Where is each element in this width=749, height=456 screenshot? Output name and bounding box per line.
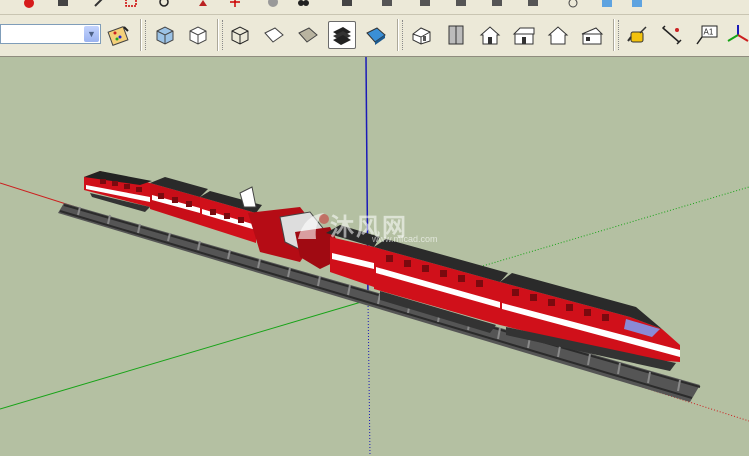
toolbar-separator bbox=[140, 19, 141, 51]
back-view-button[interactable] bbox=[544, 21, 572, 49]
move-icon[interactable] bbox=[228, 0, 242, 8]
component-icon[interactable] bbox=[630, 0, 644, 8]
watermark-url: www.mfcad.com bbox=[372, 234, 438, 244]
pencil-icon[interactable] bbox=[92, 0, 106, 8]
dimension-icon bbox=[661, 25, 682, 45]
right-view-button[interactable] bbox=[510, 21, 538, 49]
push-pull-icon[interactable] bbox=[196, 0, 210, 8]
back-edges-cube-icon bbox=[189, 26, 207, 45]
front-house-icon bbox=[479, 26, 501, 45]
tape-measure-button[interactable] bbox=[624, 21, 652, 49]
paint-bucket-button[interactable] bbox=[105, 21, 133, 49]
toolbar-separator bbox=[613, 19, 614, 51]
right-house-icon bbox=[512, 27, 535, 45]
xray-button[interactable] bbox=[151, 21, 179, 49]
text-tool-label: A1 bbox=[704, 28, 714, 37]
zoom-extents-icon[interactable] bbox=[490, 0, 504, 8]
shaded-texture-icon bbox=[333, 27, 351, 45]
axes-button[interactable] bbox=[724, 21, 749, 49]
wireframe-button[interactable] bbox=[226, 21, 254, 49]
top-house-icon bbox=[448, 25, 464, 45]
monochrome-cube-icon bbox=[366, 27, 386, 45]
back-house-icon bbox=[547, 26, 569, 45]
toolbar-grip[interactable] bbox=[145, 20, 149, 50]
paint-icon[interactable] bbox=[22, 0, 36, 8]
shaded-button[interactable] bbox=[294, 21, 322, 49]
camera-icon[interactable] bbox=[340, 0, 354, 8]
view-prev-icon[interactable] bbox=[380, 0, 394, 8]
dimension-button[interactable] bbox=[658, 21, 686, 49]
style-combo[interactable]: ▼ bbox=[0, 24, 101, 44]
left-view-button[interactable] bbox=[578, 21, 606, 49]
text-tool-button[interactable]: A1 bbox=[692, 21, 720, 49]
xray-cube-icon bbox=[156, 26, 174, 45]
view-next-icon[interactable] bbox=[418, 0, 432, 8]
monochrome-button[interactable] bbox=[362, 21, 390, 49]
toolbar-grip[interactable] bbox=[618, 20, 622, 50]
zoom-icon[interactable] bbox=[158, 0, 172, 8]
footprint-icon[interactable] bbox=[296, 0, 310, 8]
scene bbox=[0, 57, 749, 456]
axes-icon bbox=[727, 25, 749, 42]
sketchup-window: ▼ A1 沐风网 www.mfcad.com bbox=[0, 0, 749, 456]
blue-axis-dotted bbox=[367, 299, 371, 456]
toolbar-separator bbox=[397, 19, 398, 51]
zoom-window-icon[interactable] bbox=[454, 0, 468, 8]
wireframe-cube-icon bbox=[231, 26, 249, 45]
tape-measure-icon bbox=[627, 26, 647, 43]
iso-house-icon bbox=[412, 27, 431, 45]
rectangle-icon[interactable] bbox=[124, 0, 138, 8]
iso-view-button[interactable] bbox=[408, 21, 436, 49]
rear-locomotive bbox=[84, 171, 152, 212]
hidden-line-cube-icon bbox=[264, 27, 284, 43]
left-house-icon bbox=[581, 27, 604, 45]
rear-car-1 bbox=[150, 177, 208, 225]
walk-icon[interactable] bbox=[566, 0, 580, 8]
shaded-texture-button[interactable] bbox=[328, 21, 356, 49]
orbit-icon[interactable] bbox=[266, 0, 280, 8]
top-view-button[interactable] bbox=[442, 21, 470, 49]
section-icon[interactable] bbox=[526, 0, 540, 8]
main-toolbar: ▼ A1 bbox=[0, 15, 749, 57]
paint-bucket-icon bbox=[107, 26, 129, 46]
hidden-line-button[interactable] bbox=[260, 21, 288, 49]
text-tool-icon: A1 bbox=[696, 25, 718, 45]
shaded-cube-icon bbox=[298, 27, 318, 43]
chevron-down-icon[interactable]: ▼ bbox=[84, 26, 99, 42]
upper-toolbar bbox=[0, 0, 749, 15]
front-view-button[interactable] bbox=[476, 21, 504, 49]
green-axis-solid bbox=[0, 299, 369, 410]
toolbar-separator bbox=[217, 19, 218, 51]
back-edges-button[interactable] bbox=[184, 21, 212, 49]
eraser-icon[interactable] bbox=[56, 0, 70, 8]
model-viewport[interactable]: 沐风网 www.mfcad.com bbox=[0, 57, 749, 456]
toolbar-grip[interactable] bbox=[402, 20, 406, 50]
layer-icon[interactable] bbox=[600, 0, 614, 8]
